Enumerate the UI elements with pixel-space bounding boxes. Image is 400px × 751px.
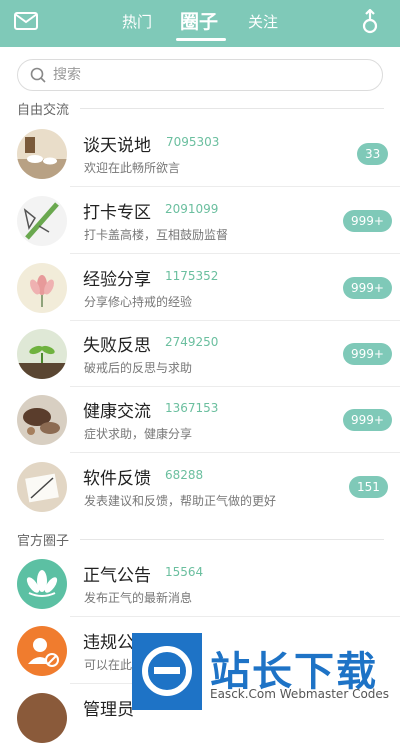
group-desc: 欢迎在此畅所欲言 [84,161,181,175]
active-tab-indicator [176,38,226,41]
notebook-icon [17,462,67,512]
group-row-reflection[interactable]: 失败反思 2749250 破戒后的反思与求助 999+ [0,321,400,387]
group-row-feedback[interactable]: 软件反馈 68288 发表建议和反馈，帮助正气做的更好 151 [0,454,400,520]
tab-hot[interactable]: 热门 [122,0,152,47]
lotus-teal-icon [17,559,67,609]
unread-badge: 33 [357,143,389,165]
group-row-checkin[interactable]: 打卡专区 2091099 打卡盖高楼，互相鼓励监督 999+ [0,188,400,254]
top-bar: 热门 圈子 关注 [0,0,400,47]
tab-follow[interactable]: 关注 [248,0,278,47]
unread-badge: 999+ [343,277,392,299]
tea-cups-icon [17,129,67,179]
group-row-chat[interactable]: 谈天说地 7095303 欢迎在此畅所欲言 33 [0,121,400,187]
mail-icon[interactable] [14,12,38,30]
watermark-logo-icon [132,633,202,710]
person-block-icon [17,626,67,676]
search-icon [30,67,46,83]
unread-badge: 999+ [343,210,392,232]
admin-icon [17,693,67,743]
herbs-icon [17,395,67,445]
lotus-icon [17,263,67,313]
row-divider [70,616,400,617]
member-count: 1367153 [165,401,219,415]
member-count: 2749250 [165,335,219,349]
group-name: 失败反思 [83,336,151,356]
section-title-official: 官方圈子 [17,534,70,549]
group-name: 健康交流 [83,402,151,422]
group-row-experience[interactable]: 经验分享 1175352 分享修心持戒的经验 999+ [0,255,400,321]
group-name: 管理员 [83,700,134,720]
group-desc: 破戒后的反思与求助 [84,361,193,375]
member-count: 2091099 [165,202,219,216]
group-desc: 症状求助，健康分享 [84,427,193,441]
unread-badge: 999+ [343,409,392,431]
group-row-health[interactable]: 健康交流 1367153 症状求助，健康分享 999+ [0,387,400,453]
watermark: 站长下载 Easck.Com Webmaster Codes [132,633,400,710]
member-count: 7095303 [166,135,220,149]
divider [80,539,384,540]
official-row-announce[interactable]: 正气公告 15564 发布正气的最新消息 [0,551,400,617]
group-name: 正气公告 [83,566,151,586]
group-desc: 分享修心持戒的经验 [84,295,193,309]
group-name: 谈天说地 [83,136,151,156]
search-bar[interactable]: 搜索 [17,59,383,91]
member-count: 15564 [165,565,204,579]
profile-icon[interactable] [360,9,380,35]
row-divider [70,186,400,187]
group-desc: 发表建议和反馈，帮助正气做的更好 [84,494,277,508]
unread-badge: 151 [349,476,388,498]
group-name: 打卡专区 [83,203,151,223]
watermark-subtitle: Easck.Com Webmaster Codes [210,687,390,701]
pencil-drawing-icon [17,196,67,246]
member-count: 68288 [165,468,204,482]
group-desc: 可以在此 [84,658,133,672]
group-desc: 发布正气的最新消息 [84,591,193,605]
group-name: 违规公 [83,633,134,653]
group-name: 经验分享 [83,270,151,290]
section-title-free: 自由交流 [17,103,70,118]
group-name: 软件反馈 [83,469,151,489]
divider [80,108,384,109]
row-divider [70,452,400,453]
member-count: 1175352 [165,269,219,283]
search-placeholder: 搜索 [53,67,81,83]
sprout-icon [17,329,67,379]
group-desc: 打卡盖高楼，互相鼓励监督 [84,228,229,242]
row-divider [70,253,400,254]
unread-badge: 999+ [343,343,392,365]
